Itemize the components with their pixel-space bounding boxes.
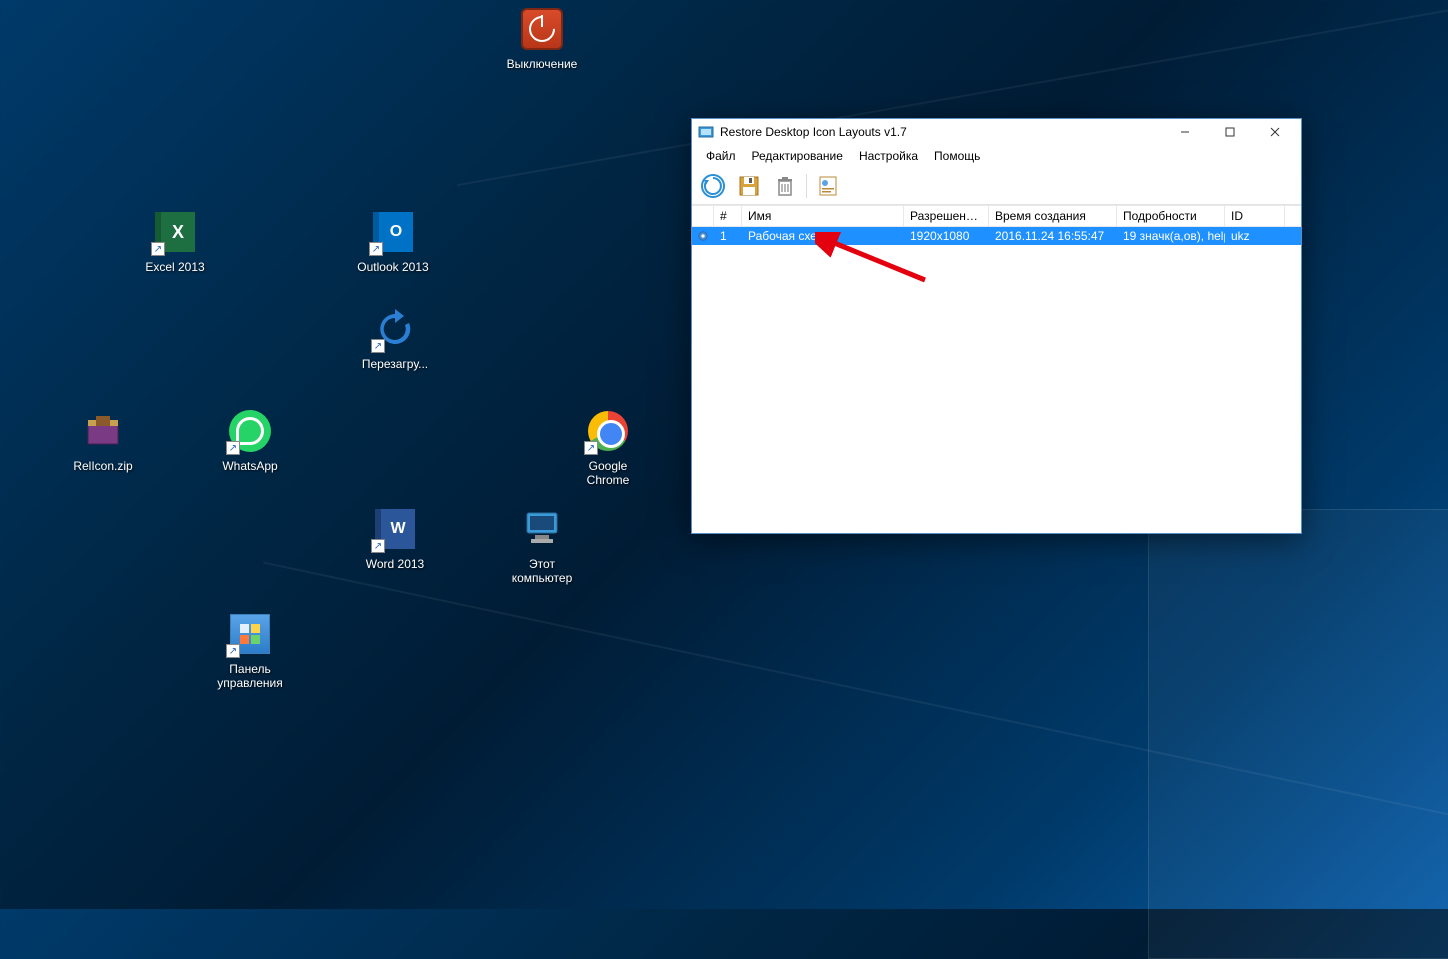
desktop-icon-shutdown[interactable]: Выключение [497,5,587,71]
column-header-icon[interactable] [692,206,714,226]
power-icon [521,8,563,50]
app-window: Restore Desktop Icon Layouts v1.7 Файл Р… [691,118,1302,534]
column-header-created[interactable]: Время создания [989,206,1117,226]
menu-file[interactable]: Файл [698,147,744,165]
shortcut-arrow-icon: ↗ [584,441,598,455]
row-id: ukz [1225,228,1285,244]
app-icon [698,124,714,140]
computer-icon [521,511,563,547]
column-header-resolution[interactable]: Разрешение ... [904,206,989,226]
row-resolution: 1920x1080 [904,228,989,244]
close-button[interactable] [1252,120,1297,144]
desktop-icon-excel[interactable]: X↗ Excel 2013 [130,208,220,274]
toolbar-properties-button[interactable] [813,171,843,201]
shortcut-arrow-icon: ↗ [226,644,240,658]
desktop-icon-label: Word 2013 [350,557,440,571]
column-header-num[interactable]: # [714,206,742,226]
desktop-icon-outlook[interactable]: O↗ Outlook 2013 [348,208,438,274]
row-created: 2016.11.24 16:55:47 [989,228,1117,244]
list-body: 1 Рабочая схема 1920x1080 2016.11.24 16:… [692,227,1301,533]
toolbar-restore-button[interactable] [698,171,728,201]
shortcut-arrow-icon: ↗ [226,441,240,455]
desktop-icon-label: RelIcon.zip [58,459,148,473]
toolbar [692,167,1301,205]
desktop-icon-control-panel[interactable]: ↗ Панельуправления [205,610,295,691]
desktop-icon-label: Excel 2013 [130,260,220,274]
titlebar[interactable]: Restore Desktop Icon Layouts v1.7 [692,119,1301,145]
menu-edit[interactable]: Редактирование [744,147,851,165]
desktop-icon-label: Панельуправления [205,662,295,691]
window-title: Restore Desktop Icon Layouts v1.7 [720,125,1162,139]
desktop-icon-whatsapp[interactable]: ↗ WhatsApp [205,407,295,473]
desktop-icon-chrome[interactable]: ↗ GoogleChrome [563,407,653,488]
shortcut-arrow-icon: ↗ [371,339,385,353]
desktop-icon-label: Перезагру... [350,357,440,371]
column-header-name[interactable]: Имя [742,206,904,226]
column-header-details[interactable]: Подробности [1117,206,1225,226]
table-row[interactable]: 1 Рабочая схема 1920x1080 2016.11.24 16:… [692,227,1301,245]
row-icon [692,229,714,243]
desktop-icon-this-pc[interactable]: Этоткомпьютер [497,505,587,586]
shortcut-arrow-icon: ↗ [151,242,165,256]
maximize-button[interactable] [1207,120,1252,144]
toolbar-separator [806,174,807,198]
desktop-icon-label: WhatsApp [205,459,295,473]
row-num: 1 [714,228,742,244]
shortcut-arrow-icon: ↗ [369,242,383,256]
desktop-icon-reload[interactable]: ↗ Перезагру... [350,305,440,371]
column-header-id[interactable]: ID [1225,206,1285,226]
toolbar-save-button[interactable] [734,171,764,201]
menu-help[interactable]: Помощь [926,147,988,165]
toolbar-delete-button[interactable] [770,171,800,201]
minimize-button[interactable] [1162,120,1207,144]
menu-settings[interactable]: Настройка [851,147,926,165]
bg-beam [1148,509,1448,959]
desktop-icon-word[interactable]: W↗ Word 2013 [350,505,440,571]
row-details: 19 значк(а,ов), help [1117,228,1225,244]
menubar: Файл Редактирование Настройка Помощь [692,145,1301,167]
desktop-icon-label: GoogleChrome [563,459,653,488]
desktop-icon-label: Outlook 2013 [348,260,438,274]
winrar-icon [82,410,124,452]
row-name: Рабочая схема [742,228,904,244]
shortcut-arrow-icon: ↗ [371,539,385,553]
desktop-icon-relcon-zip[interactable]: RelIcon.zip [58,407,148,473]
desktop-icon-label: Выключение [497,57,587,71]
desktop-icon-label: Этоткомпьютер [497,557,587,586]
list-header: # Имя Разрешение ... Время создания Подр… [692,205,1301,227]
